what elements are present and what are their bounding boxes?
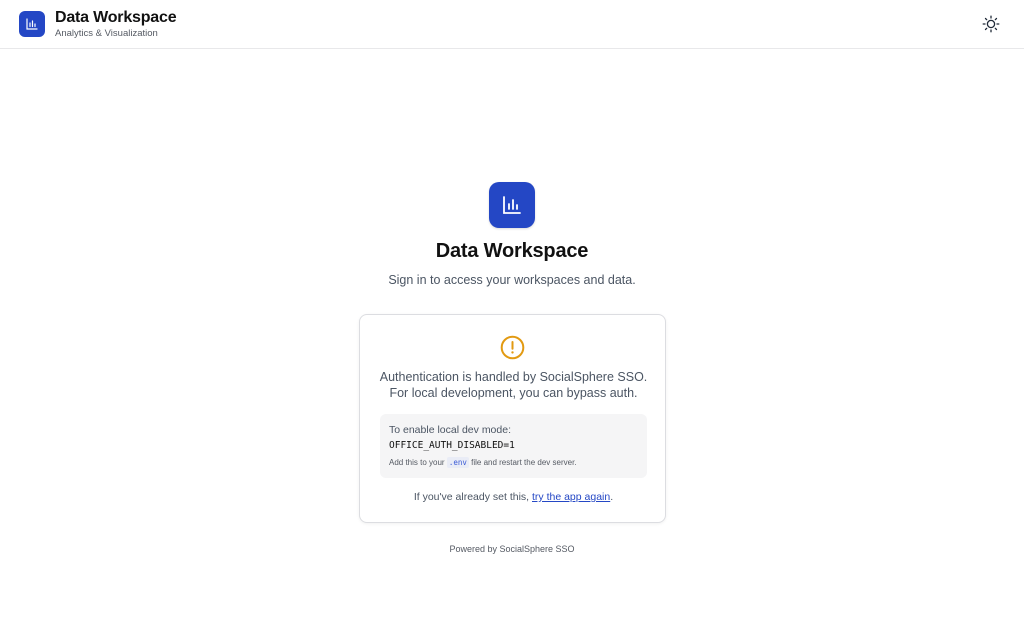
retry-prefix: If you've already set this, bbox=[413, 491, 530, 503]
auth-info-card: Authentication is handled by SocialSpher… bbox=[359, 314, 666, 523]
app-header: Data Workspace Analytics & Visualization bbox=[0, 0, 1024, 49]
env-file-code: .env bbox=[446, 457, 469, 468]
dev-mode-instructions: To enable local dev mode: OFFICE_AUTH_DI… bbox=[380, 414, 647, 478]
page-title: Data Workspace bbox=[435, 240, 589, 262]
bar-chart-icon bbox=[503, 196, 521, 214]
dev-mode-note: Add this to your .env file and restart t… bbox=[389, 457, 577, 468]
dev-note-prefix: Add this to your bbox=[389, 458, 445, 467]
warning-circle-icon bbox=[500, 335, 525, 360]
app-title: Data Workspace bbox=[55, 9, 177, 26]
page-subtitle: Sign in to access your workspaces and da… bbox=[388, 273, 636, 287]
auth-message: Authentication is handled by SocialSpher… bbox=[379, 370, 648, 400]
sun-icon bbox=[982, 15, 1000, 33]
app-subtitle: Analytics & Visualization bbox=[55, 28, 158, 39]
bar-chart-icon bbox=[26, 18, 38, 30]
footer-text: Powered by SocialSphere SSO bbox=[449, 544, 575, 554]
retry-suffix: . bbox=[610, 491, 614, 503]
dev-note-suffix: file and restart the dev server. bbox=[471, 458, 577, 467]
app-logo bbox=[19, 11, 45, 37]
try-again-link[interactable]: try the app again bbox=[532, 491, 610, 503]
dev-mode-heading: To enable local dev mode: bbox=[389, 424, 511, 436]
env-variable-code: OFFICE_AUTH_DISABLED=1 bbox=[389, 440, 515, 451]
retry-message: If you've already set this, try the app … bbox=[360, 491, 667, 503]
hero-logo bbox=[489, 182, 535, 228]
theme-toggle-button[interactable] bbox=[980, 13, 1002, 35]
